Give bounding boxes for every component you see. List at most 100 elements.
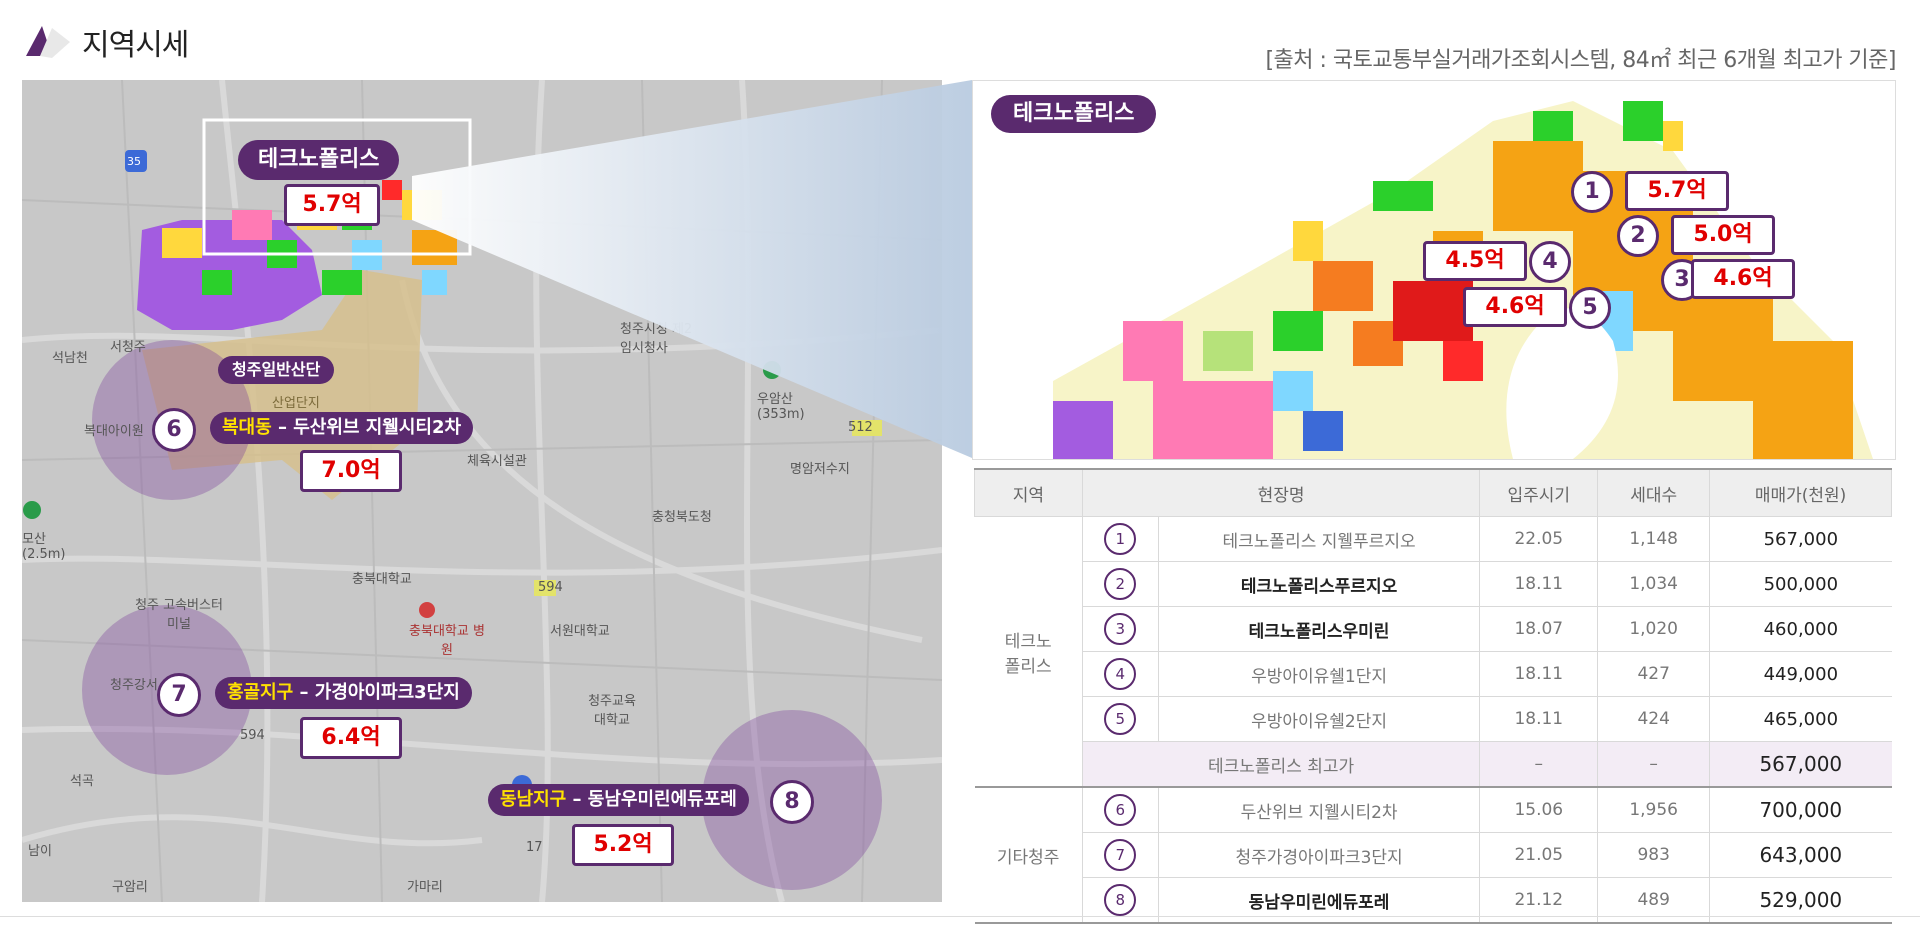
site-name: 두산위브 지웰시티2차 [1157, 787, 1480, 833]
place-label: 청주교육 대학교 [588, 694, 636, 728]
price: 567,000 [1709, 516, 1892, 562]
callout-8-price: 5.2억 [572, 824, 674, 866]
units: 1,956 [1597, 787, 1710, 833]
table-row[interactable]: 테크노 폴리스 1 테크노폴리스 지웰푸르지오 22.05 1,148 567,… [974, 516, 1892, 788]
col-header-price: 매매가(천원) [1709, 468, 1892, 517]
units: 1,034 [1597, 561, 1710, 607]
callout-6-price: 7.0억 [300, 450, 402, 492]
price-table: 지역 현장명 입주시기 세대수 매매가(천원) 테크노 폴리스 1 테크노폴리스… [974, 468, 1892, 924]
marker-3-price: 4.6억 [1691, 259, 1795, 299]
district-name: 복대동 [222, 417, 272, 438]
price: 643,000 [1709, 832, 1892, 878]
price: 460,000 [1709, 606, 1892, 652]
units: 983 [1597, 832, 1710, 878]
callout-7-price: 6.4억 [300, 717, 402, 759]
move-in: 18.11 [1479, 561, 1598, 607]
row-number: 3 [1104, 613, 1137, 645]
price: 465,000 [1709, 696, 1892, 742]
units: 424 [1597, 696, 1710, 742]
place-label: 서청주 [110, 340, 146, 355]
units: 427 [1597, 651, 1710, 697]
place-label: 17 [526, 840, 543, 855]
separator: – [566, 789, 588, 810]
price: 700,000 [1709, 787, 1892, 833]
row-number: 1 [1104, 523, 1137, 555]
marker-1-price: 5.7억 [1625, 171, 1729, 211]
price: 500,000 [1709, 561, 1892, 607]
separator: – [271, 417, 294, 438]
marker-5[interactable]: 5 [1569, 287, 1611, 329]
marker-5-price: 4.6억 [1463, 287, 1567, 327]
marker-7[interactable]: 7 [157, 673, 201, 717]
table-header-row: 지역 현장명 입주시기 세대수 매매가(천원) [974, 468, 1892, 517]
region-cell: 기타청주 [974, 787, 1083, 924]
max-price: 567,000 [1709, 741, 1892, 788]
detail-map-label: 테크노폴리스 [991, 95, 1157, 133]
marker-8[interactable]: 8 [770, 780, 814, 824]
place-label: 구암리 [112, 880, 148, 895]
site-name: 테크노폴리스 지웰푸르지오 [1157, 516, 1480, 562]
move-in: 22.05 [1479, 516, 1598, 562]
place-label: 청주강서 [110, 678, 158, 693]
logo-icon [26, 26, 70, 58]
table-row[interactable]: 3 테크노폴리스우미린 18.07 1,020 460,000 [975, 606, 1892, 652]
complex-name: 동남우미린에듀포레 [587, 789, 737, 810]
marker-4[interactable]: 4 [1529, 241, 1571, 283]
move-in: – [1479, 741, 1598, 788]
units: 1,020 [1597, 606, 1710, 652]
marker-2-price: 5.0억 [1671, 215, 1775, 255]
complex-name: 가경아이파크3단지 [314, 682, 460, 703]
place-label: 청주 고속버스터미널 [135, 598, 223, 632]
zoom-connector [412, 80, 972, 458]
place-label: 35 [127, 155, 141, 168]
col-header-site: 현장명 [1081, 468, 1481, 517]
place-label: 충북대학교 병원 [409, 624, 485, 658]
site-name: 우방아이유쉘2단지 [1157, 696, 1480, 742]
region-cell: 테크노 폴리스 [974, 516, 1083, 788]
col-header-move-in: 입주시기 [1479, 468, 1599, 517]
marker-1[interactable]: 1 [1571, 171, 1613, 213]
district-name: 동남지구 [500, 789, 567, 810]
table-row[interactable]: 기타청주 6 두산위브 지웰시티2차 15.06 1,956 700,000 [974, 787, 1892, 924]
max-label: 테크노폴리스 최고가 [1081, 741, 1480, 788]
row-number: 2 [1104, 568, 1137, 600]
table-row[interactable]: 5 우방아이유쉘2단지 18.11 424 465,000 [975, 696, 1892, 742]
technopolis-price: 5.7억 [284, 184, 380, 226]
row-number: 6 [1104, 794, 1137, 826]
place-label: 서원대학교 [550, 624, 610, 639]
move-in: 18.11 [1479, 651, 1598, 697]
move-in: 18.11 [1479, 696, 1598, 742]
table-row[interactable]: 7 청주가경아이파크3단지 21.05 983 643,000 [975, 832, 1892, 878]
technopolis-label: 테크노폴리스 [238, 140, 400, 180]
site-name: 우방아이유쉘1단지 [1157, 651, 1480, 697]
place-label: 석곡 [70, 774, 94, 789]
callout-8-label: 동남지구 – 동남우미린에듀포레 [488, 784, 749, 816]
col-header-region: 지역 [974, 468, 1083, 517]
district-name: 홍골지구 [227, 682, 294, 703]
units: 1,148 [1597, 516, 1710, 562]
marker-4-price: 4.5억 [1423, 241, 1527, 281]
place-label: 594 [240, 728, 265, 743]
table-row[interactable]: 4 우방아이유쉘1단지 18.11 427 449,000 [975, 651, 1892, 697]
row-number: 8 [1104, 884, 1137, 916]
table-row[interactable]: 2 테크노폴리스푸르지오 18.11 1,034 500,000 [975, 561, 1892, 607]
place-label: 충청북도청 [652, 510, 712, 525]
row-number: 7 [1104, 839, 1137, 871]
move-in: 18.07 [1479, 606, 1598, 652]
industrial-complex-label: 청주일반산단 [218, 356, 335, 384]
place-label: 석남천 [52, 351, 88, 366]
site-name: 테크노폴리스우미린 [1157, 606, 1480, 652]
place-label: 가마리 [407, 880, 443, 895]
place-label: 복대아이원 [84, 424, 144, 439]
technopolis-detail-map[interactable]: 테크노폴리스 1 5.7억 2 5.0억 3 4.6억 4.5억 4 4.6억 … [972, 80, 1896, 460]
table-row-max[interactable]: 테크노폴리스 최고가 – – 567,000 [975, 741, 1892, 788]
place-label: 남이 [28, 844, 52, 859]
marker-6[interactable]: 6 [152, 408, 196, 452]
site-name: 테크노폴리스푸르지오 [1157, 561, 1480, 607]
place-label: 모산 (2.5m) [22, 532, 66, 562]
divider [0, 916, 1920, 917]
marker-2[interactable]: 2 [1617, 215, 1659, 257]
separator: – [293, 682, 315, 703]
units: – [1597, 741, 1710, 788]
price: 449,000 [1709, 651, 1892, 697]
